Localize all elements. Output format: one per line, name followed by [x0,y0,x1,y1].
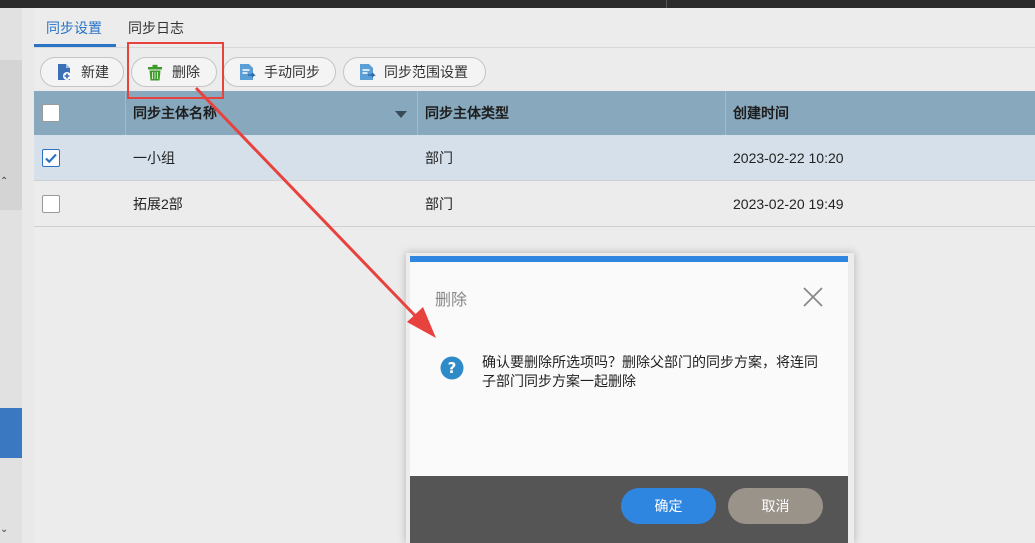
row-name: 一小组 [133,150,175,166]
row-created: 2023-02-22 10:20 [733,150,844,166]
column-divider [725,91,726,135]
top-bar [0,0,1035,8]
dialog-message: 确认要删除所选项吗？删除父部门的同步方案，将连同子部门同步方案一起删除 [482,354,818,389]
question-icon: ? [440,356,464,380]
row-type: 部门 [425,196,453,212]
cancel-button[interactable]: 取消 [728,488,823,524]
table-row[interactable]: 一小组 部门 2023-02-22 10:20 [34,135,1035,181]
delete-confirm-dialog: 删除 ? 确认要删除所选项吗？删除父部门的同步方案，将连同子部门同步方案一起删除… [410,256,848,543]
column-divider [417,91,418,135]
scope-settings-button[interactable]: 同步范围设置 [343,57,486,87]
dialog-accent-bar [410,256,848,262]
row-created: 2023-02-20 19:49 [733,196,844,212]
column-header-type[interactable]: 同步主体类型 [425,91,509,135]
sort-dropdown-icon[interactable] [395,111,407,118]
dialog-title: 删除 [435,292,468,309]
select-all-checkbox[interactable] [42,104,60,122]
svg-text:?: ? [448,359,457,377]
new-button[interactable]: 新建 [40,57,124,87]
checkmark-icon [45,153,57,164]
tab-sync-settings[interactable]: 同步设置 [46,18,102,38]
sync-document-icon [238,63,256,81]
left-sidebar: ⌃ ⌄ [0,8,22,543]
column-divider [125,91,126,135]
confirm-button[interactable]: 确定 [621,488,716,524]
scope-settings-button-label: 同步范围设置 [384,64,468,80]
manual-sync-button[interactable]: 手动同步 [223,57,336,87]
row-checkbox[interactable] [42,149,60,167]
annotation-highlight-box [127,42,224,99]
row-type: 部门 [425,150,453,166]
close-icon[interactable] [800,284,826,310]
table-row[interactable]: 拓展2部 部门 2023-02-20 19:49 [34,181,1035,227]
row-checkbox[interactable] [42,195,60,213]
top-bar-divider [666,0,667,8]
dialog-footer: 确定 取消 [410,476,848,543]
tab-sync-log[interactable]: 同步日志 [128,18,184,38]
manual-sync-button-label: 手动同步 [264,64,320,80]
row-name: 拓展2部 [133,196,183,212]
scope-document-icon [358,63,376,81]
column-header-created[interactable]: 创建时间 [733,91,789,135]
new-button-label: 新建 [81,64,109,80]
active-tab-indicator [34,44,116,47]
sidebar-active-item[interactable] [0,408,22,458]
new-document-icon [55,63,73,81]
chevron-down-icon[interactable]: ⌄ [0,524,10,535]
sidebar-panel [0,60,22,210]
chevron-up-icon[interactable]: ⌃ [0,176,10,187]
